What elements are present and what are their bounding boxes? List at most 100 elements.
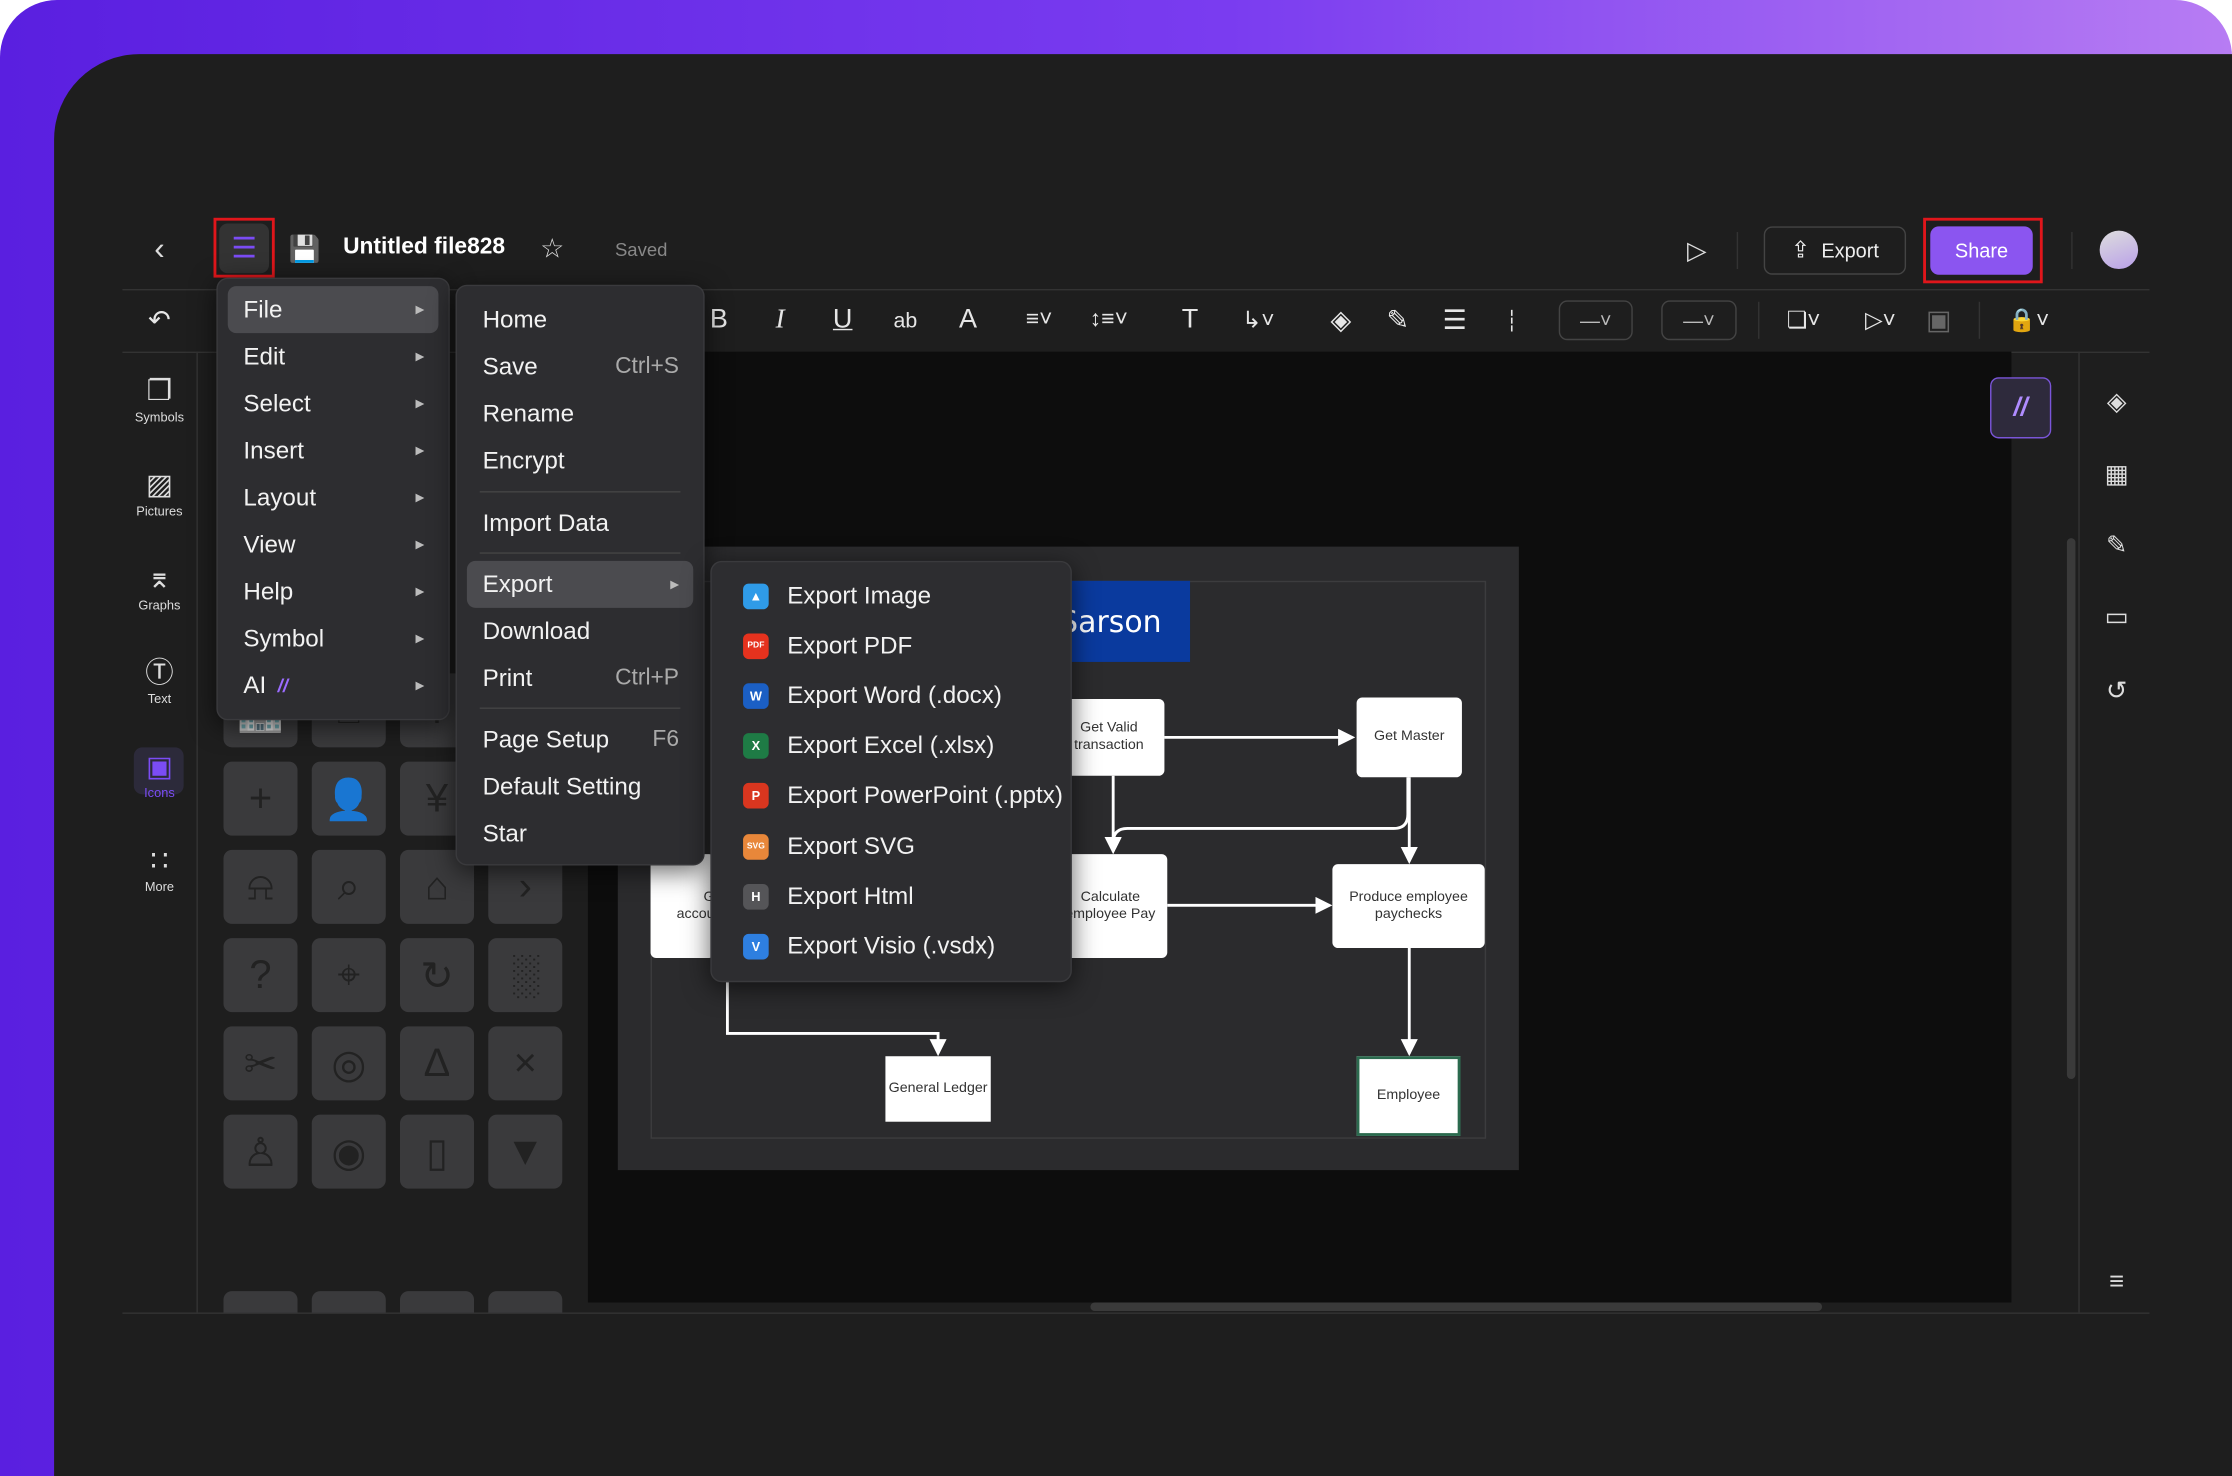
disc-icon[interactable]: ◉ [311, 1114, 386, 1189]
history-icon[interactable]: ↺ [2100, 673, 2134, 707]
node-employee[interactable]: Employee [1356, 1056, 1461, 1136]
bell-icon[interactable]: ⍾ [223, 849, 298, 924]
file-menu-default-setting[interactable]: Default Setting [467, 763, 693, 810]
stamp-icon[interactable]: ♙ [223, 1114, 298, 1189]
menu-item-label: File [243, 295, 283, 323]
menu-item-label: Export [482, 570, 553, 598]
search-icon[interactable]: ⌕ [311, 849, 386, 924]
sidebar-item-label: Icons [144, 785, 175, 801]
symbols-icon: ❐ [146, 375, 173, 408]
file-menu-encrypt[interactable]: Encrypt [467, 437, 693, 484]
menu-item-label: Export Html [787, 882, 914, 910]
menu-item-label: Download [482, 617, 591, 645]
menu-item-label: Export Word (.docx) [787, 681, 1002, 709]
export-menu-export-excel-xlsx[interactable]: X Export Excel (.xlsx) [712, 721, 1071, 771]
submenu-arrow-icon: ▶ [415, 444, 425, 457]
file-type-icon: ▲ [743, 582, 769, 609]
compass-icon[interactable]: ∆ [400, 1026, 475, 1101]
menu-item-layout[interactable]: Layout ▶ [228, 474, 439, 521]
text-icon: Ⓣ [145, 657, 174, 689]
help-icon[interactable]: ? [223, 938, 298, 1013]
contact-card-icon[interactable]: 👤 [311, 761, 386, 836]
node-get-master[interactable]: Get Master [1356, 697, 1462, 778]
menu-item-label: Save [482, 352, 538, 380]
export-menu-export-pdf[interactable]: PDF Export PDF [712, 621, 1071, 671]
file-menu-rename[interactable]: Rename [467, 390, 693, 437]
file-type-icon: V [743, 933, 769, 960]
target-icon[interactable]: ◎ [311, 1026, 386, 1101]
style-fill-icon[interactable]: ◈ [2100, 384, 2134, 418]
sidebar-item-label: Symbols [134, 409, 184, 425]
file-type-icon: X [743, 733, 769, 759]
file-type-icon: SVG [743, 833, 769, 860]
file-menu-save[interactable]: Save Ctrl+S [467, 343, 693, 390]
menu-item-help[interactable]: Help ▶ [228, 568, 439, 615]
file-menu-home[interactable]: Home [467, 296, 693, 343]
file-menu-page-setup[interactable]: Page Setup F6 [467, 716, 693, 763]
menu-item-insert[interactable]: Insert ▶ [228, 427, 439, 474]
node-ledger[interactable]: General Ledger [885, 1056, 991, 1122]
icon-tile-partial[interactable] [311, 1291, 386, 1313]
file-type-icon: PDF [743, 633, 769, 659]
file-menu-import-data[interactable]: Import Data [467, 500, 693, 547]
export-menu-export-html[interactable]: H Export Html [712, 871, 1071, 921]
usb-icon[interactable]: ▯ [400, 1114, 475, 1189]
menu-item-label: Export Excel (.xlsx) [787, 731, 995, 759]
main-menu: File ▶ Edit ▶ Select ▶ Insert ▶ Layout ▶ View ▶ Help… [216, 277, 450, 721]
submenu-arrow-icon: ▶ [415, 350, 425, 363]
location-icon[interactable]: ⌖ [311, 938, 386, 1013]
presentation-icon[interactable]: ▭ [2100, 599, 2134, 633]
node-produce[interactable]: Produce employee paychecks [1332, 864, 1485, 949]
format-panel-icon[interactable]: ▦ [2100, 457, 2134, 491]
submenu-arrow-icon: ▶ [415, 632, 425, 645]
menu-item-label: Export Image [787, 581, 932, 609]
file-type-icon: P [743, 783, 769, 809]
menu-divider [479, 707, 681, 709]
sidebar-item-icons[interactable]: ▣ Icons [125, 750, 193, 800]
sidebar-item-label: Text [147, 691, 172, 707]
icon-tile-partial[interactable] [488, 1291, 563, 1313]
menu-item-ai[interactable]: AI // ▶ [228, 662, 439, 709]
close-icon[interactable]: × [488, 1026, 563, 1101]
arrow-master-to-calc [1104, 777, 1410, 855]
file-menu-export[interactable]: Export ▶ [466, 560, 694, 608]
sidebar-item-label: Pictures [136, 503, 183, 519]
refresh-icon[interactable]: ↻ [400, 938, 475, 1013]
sidebar-item-graphs[interactable]: ⌆ Graphs [125, 562, 193, 612]
export-menu-export-powerpoint-pptx[interactable]: P Export PowerPoint (.pptx) [712, 771, 1071, 821]
sidebar-item-pictures[interactable]: ▨ Pictures [125, 468, 193, 518]
menu-item-label: Export PDF [787, 631, 913, 659]
export-menu-export-visio-vsdx[interactable]: V Export Visio (.vsdx) [712, 922, 1071, 972]
export-menu-export-word-docx[interactable]: W Export Word (.docx) [712, 671, 1071, 721]
barcode-icon[interactable]: ░ [488, 938, 563, 1013]
icon-tile-partial[interactable] [223, 1291, 298, 1313]
menu-item-label: Page Setup [482, 725, 610, 753]
icon-tile-partial[interactable] [400, 1291, 475, 1313]
menu-item-view[interactable]: View ▶ [228, 521, 439, 568]
sidebar-item-symbols[interactable]: ❐ Symbols [125, 374, 193, 424]
horizontal-scrollbar[interactable] [1090, 1302, 1823, 1312]
export-menu-export-image[interactable]: ▲ Export Image [712, 571, 1071, 621]
pin-icon[interactable]: ▼ [488, 1114, 563, 1189]
menu-item-select[interactable]: Select ▶ [228, 380, 439, 427]
export-menu-export-svg[interactable]: SVG Export SVG [712, 821, 1071, 871]
vertical-scrollbar[interactable] [2066, 538, 2076, 1080]
list-settings-icon[interactable]: ≡ [2100, 1264, 2134, 1298]
menu-item-symbol[interactable]: Symbol ▶ [228, 615, 439, 662]
scissors-icon[interactable]: ✂ [223, 1026, 298, 1101]
sidebar-item-more[interactable]: ∷ More [125, 844, 193, 894]
theme-icon[interactable]: ✎ [2100, 528, 2134, 562]
ai-assistant-button[interactable]: // [1990, 377, 2052, 439]
file-menu-star[interactable]: Star [467, 810, 693, 857]
file-menu-download[interactable]: Download [467, 608, 693, 655]
plus-icon[interactable]: + [223, 761, 298, 836]
shortcut-label: Ctrl+P [615, 665, 680, 690]
menu-item-edit[interactable]: Edit ▶ [228, 333, 439, 380]
file-menu-print[interactable]: Print Ctrl+P [467, 655, 693, 702]
menu-item-file[interactable]: File ▶ [227, 286, 439, 334]
menu-item-label: Print [482, 664, 533, 692]
more-icon: ∷ [150, 845, 169, 877]
sidebar-item-label: More [144, 879, 175, 894]
sidebar-item-text[interactable]: Ⓣ Text [125, 656, 193, 706]
node-left[interactable]: Gaccou [650, 854, 715, 959]
